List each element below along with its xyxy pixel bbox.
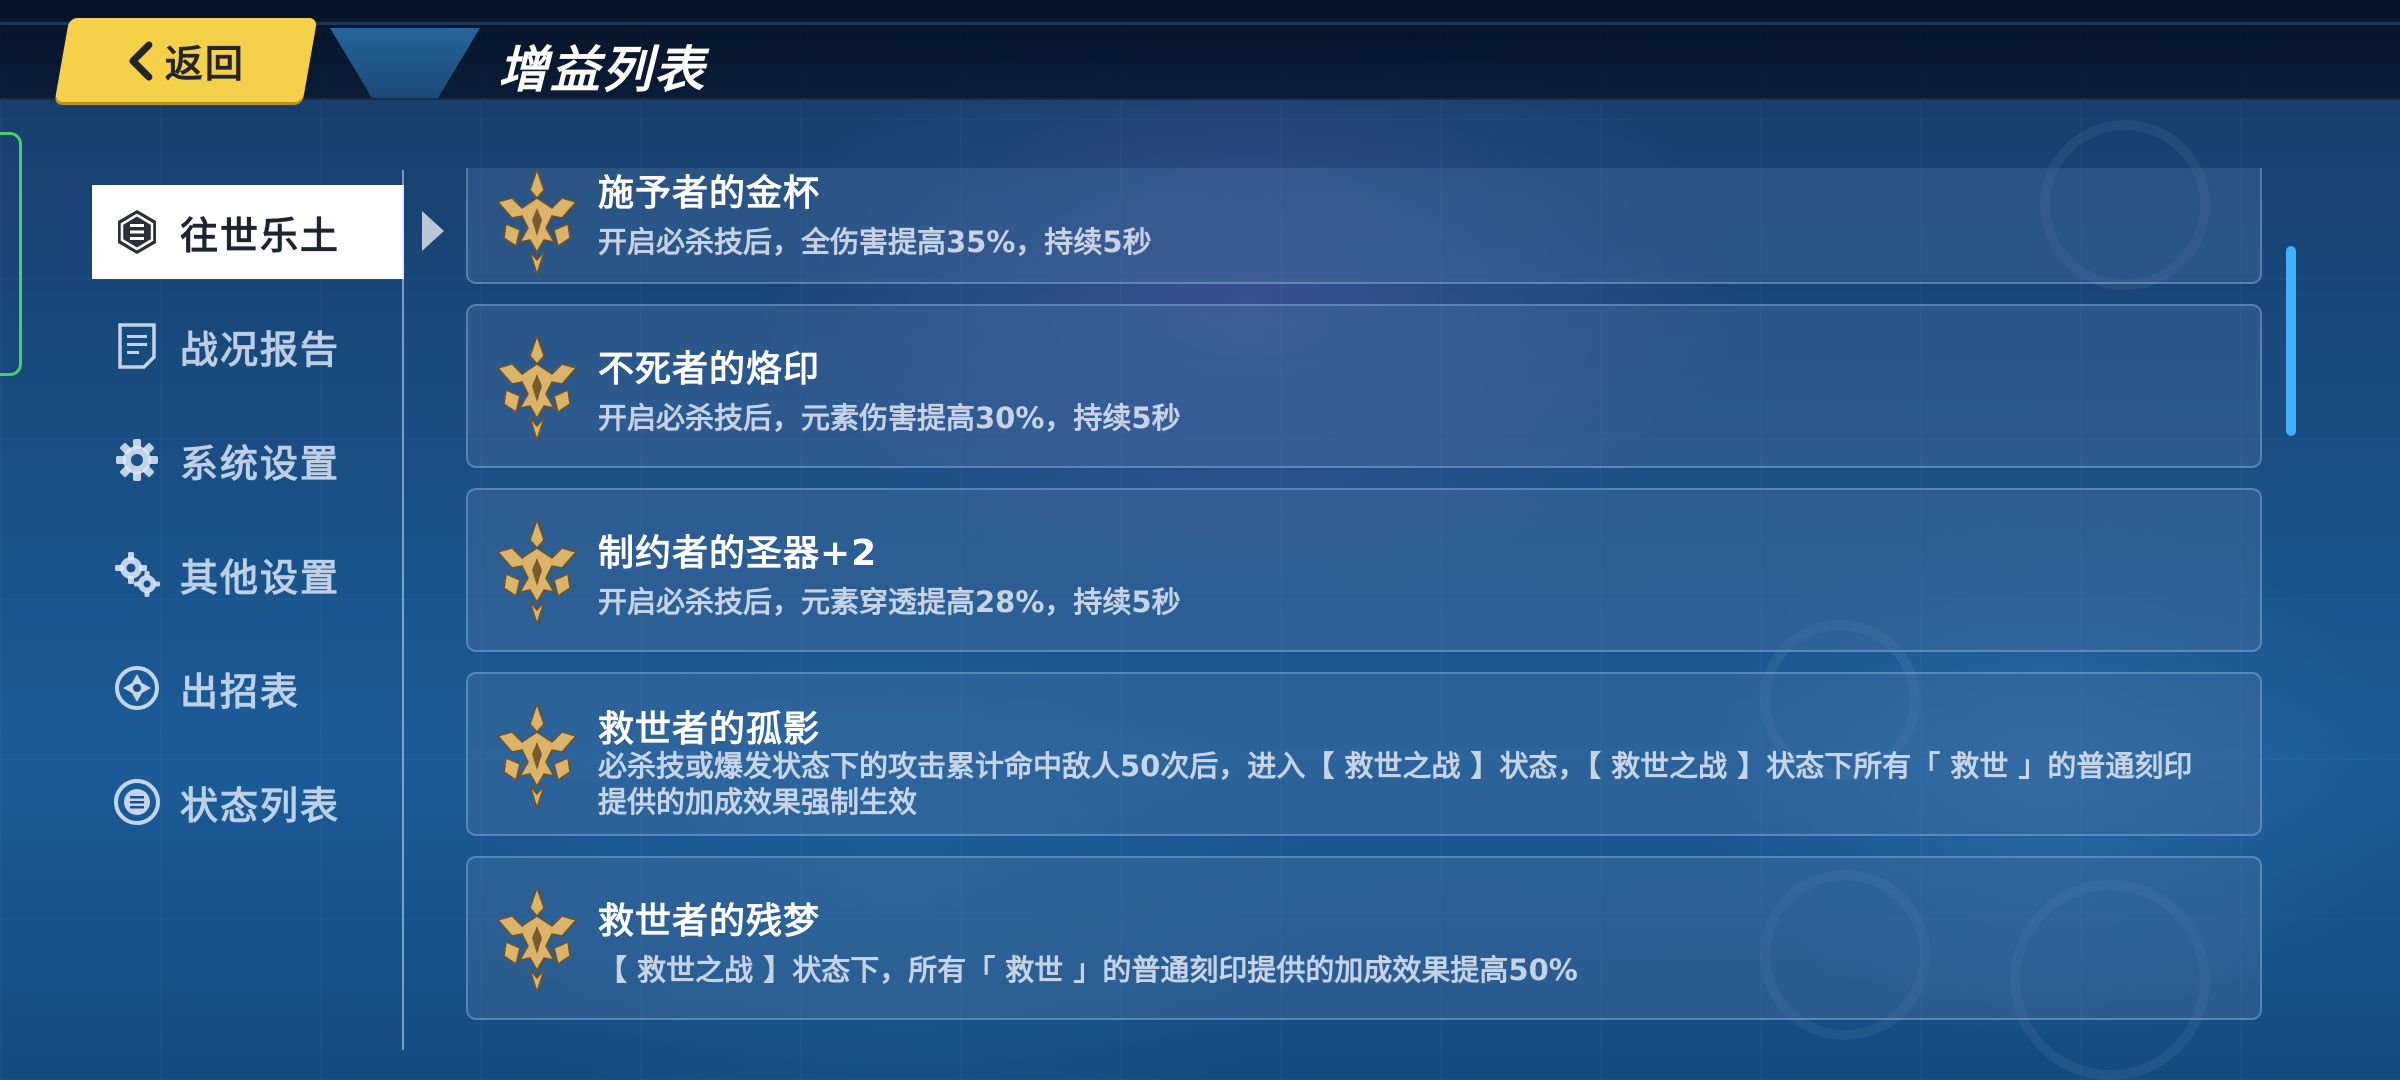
page-title: 增益列表: [498, 41, 706, 99]
scrollbar-thumb[interactable]: [2286, 246, 2296, 436]
report-icon: [112, 321, 162, 371]
sidebar-item-label: 状态列表: [180, 783, 341, 828]
sidebar-item-battle-report[interactable]: 战况报告: [92, 299, 404, 393]
sidebar-item-label: 出招表: [180, 669, 301, 714]
buff-description: 开启必杀技后，元素穿透提高28%，持续5秒: [598, 585, 1181, 619]
sidebar-menu: 往世乐土 战况报告 系统设置 其他设置 出招表 状态列表: [92, 185, 444, 869]
buff-description: 必杀技或爆发状态下的攻击累计命中敌人50次后，进入【 救世之战 】状态，【 救世…: [598, 749, 2193, 819]
sidebar-item-label: 战况报告: [180, 327, 341, 372]
scrollbar[interactable]: [2286, 246, 2296, 1036]
buff-name: 施予者的金杯: [598, 173, 821, 214]
sidebar-item-label: 其他设置: [180, 555, 341, 600]
buff-description: 开启必杀技后，全伤害提高35%，持续5秒: [598, 225, 1152, 259]
buff-name: 制约者的圣器+2: [598, 533, 878, 574]
buff-description: 【 救世之战 】状态下，所有「 救世 」的普通刻印提供的加成效果提高50%: [598, 953, 1578, 987]
sidebar-item-other-settings[interactable]: 其他设置: [92, 527, 404, 621]
active-pointer-icon: [422, 211, 444, 251]
sidebar-item-label: 往世乐土: [180, 213, 341, 258]
sidebar-item-status-list[interactable]: 状态列表: [92, 755, 404, 849]
sidebar-item-label: 系统设置: [180, 441, 341, 486]
buff-card[interactable]: 救世者的孤影 必杀技或爆发状态下的攻击累计命中敌人50次后，进入【 救世之战 】…: [466, 672, 2262, 836]
golden-emblem-icon: [492, 168, 582, 276]
buff-list[interactable]: 施予者的金杯 开启必杀技后，全伤害提高35%，持续5秒 不死者的烙印 开启必杀技…: [466, 168, 2266, 1038]
top-bar-accent-line: [0, 22, 2400, 25]
buff-description: 开启必杀技后，元素伤害提高30%，持续5秒: [598, 401, 1181, 435]
golden-emblem-icon: [492, 886, 582, 994]
buff-card[interactable]: 救世者的残梦 【 救世之战 】状态下，所有「 救世 」的普通刻印提供的加成效果提…: [466, 856, 2262, 1020]
sidebar-item-system-settings[interactable]: 系统设置: [92, 413, 404, 507]
golden-emblem-icon: [492, 702, 582, 810]
buff-name: 救世者的残梦: [598, 901, 821, 942]
back-button-label: 返回: [164, 41, 245, 86]
buff-card[interactable]: 制约者的圣器+2 开启必杀技后，元素穿透提高28%，持续5秒: [466, 488, 2262, 652]
golden-emblem-icon: [492, 518, 582, 626]
side-frame-decoration: [0, 132, 22, 376]
sidebar-item-move-list[interactable]: 出招表: [92, 641, 404, 735]
sidebar-item-elysian-realm[interactable]: 往世乐土: [92, 185, 444, 279]
gear-icon: [112, 435, 162, 485]
move-list-icon: [112, 663, 162, 713]
status-list-icon: [112, 777, 162, 827]
golden-emblem-icon: [492, 334, 582, 442]
chevron-left-icon: [129, 40, 153, 80]
back-button[interactable]: 返回: [54, 18, 318, 102]
buff-name: 不死者的烙印: [598, 349, 821, 390]
buff-name: 救世者的孤影: [598, 709, 821, 750]
buff-card[interactable]: 不死者的烙印 开启必杀技后，元素伤害提高30%，持续5秒: [466, 304, 2262, 468]
gears-icon: [112, 549, 162, 599]
buff-card[interactable]: 施予者的金杯 开启必杀技后，全伤害提高35%，持续5秒: [466, 168, 2262, 284]
list-badge-icon: [112, 207, 162, 257]
sidebar-divider: [402, 170, 404, 1050]
